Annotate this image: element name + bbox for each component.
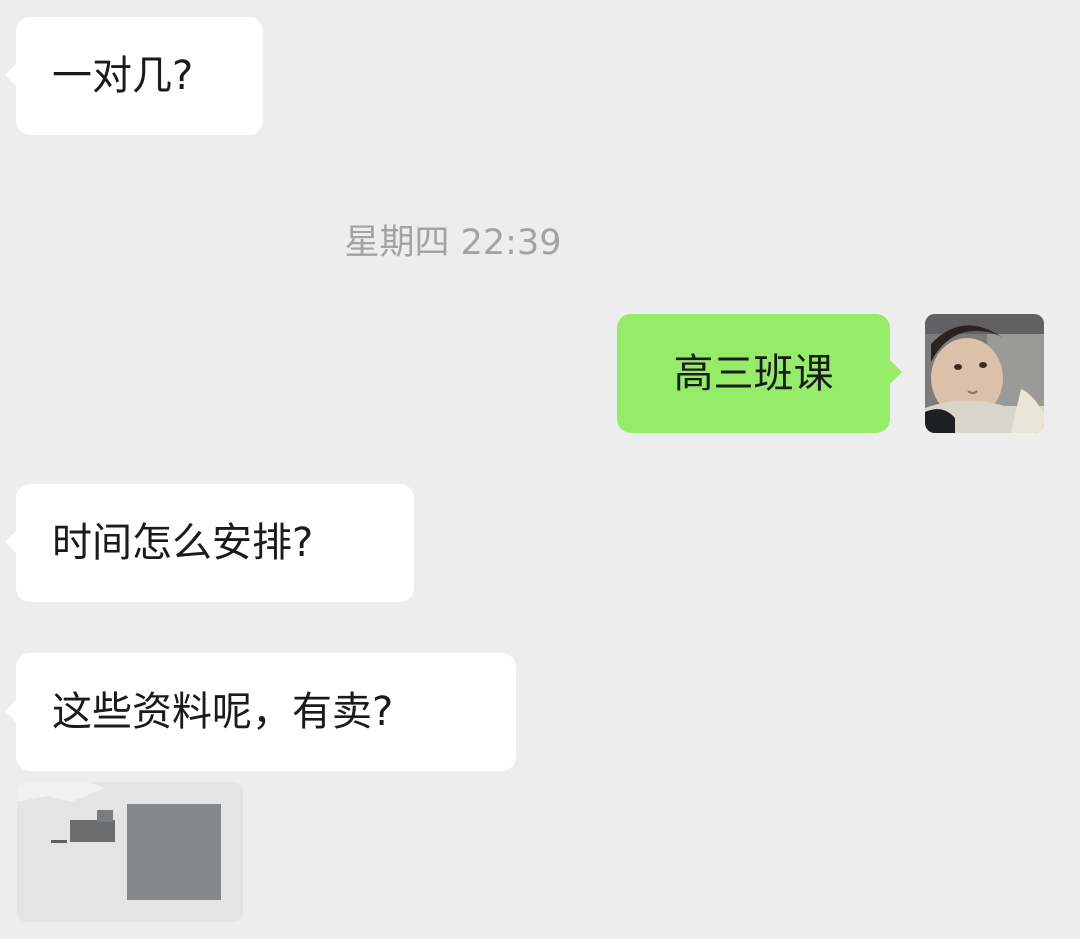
- message-text: 时间怎么安排?: [52, 520, 314, 566]
- incoming-message-bubble[interactable]: 一对几?: [5, 17, 263, 135]
- incoming-message-bubble[interactable]: 这些资料呢，有卖?: [5, 653, 516, 771]
- message-timestamp: 星期四 22:39: [344, 223, 562, 263]
- message-text: 一对几?: [52, 53, 194, 99]
- outgoing-message-bubble[interactable]: 高三班课: [617, 314, 902, 433]
- message-text: 高三班课: [673, 350, 834, 397]
- image-thumbnail: [17, 782, 243, 922]
- child-photo-avatar-icon[interactable]: [925, 314, 1044, 433]
- avatar-image: [925, 314, 1044, 433]
- blurred-document-image-icon[interactable]: [17, 782, 243, 922]
- message-text: 这些资料呢，有卖?: [52, 689, 394, 735]
- chat-window: 一对几? 星期四 22:39 高三班课 时间怎么安排? 这些资料呢，有卖?: [0, 0, 1080, 939]
- incoming-message-bubble[interactable]: 时间怎么安排?: [5, 484, 414, 602]
